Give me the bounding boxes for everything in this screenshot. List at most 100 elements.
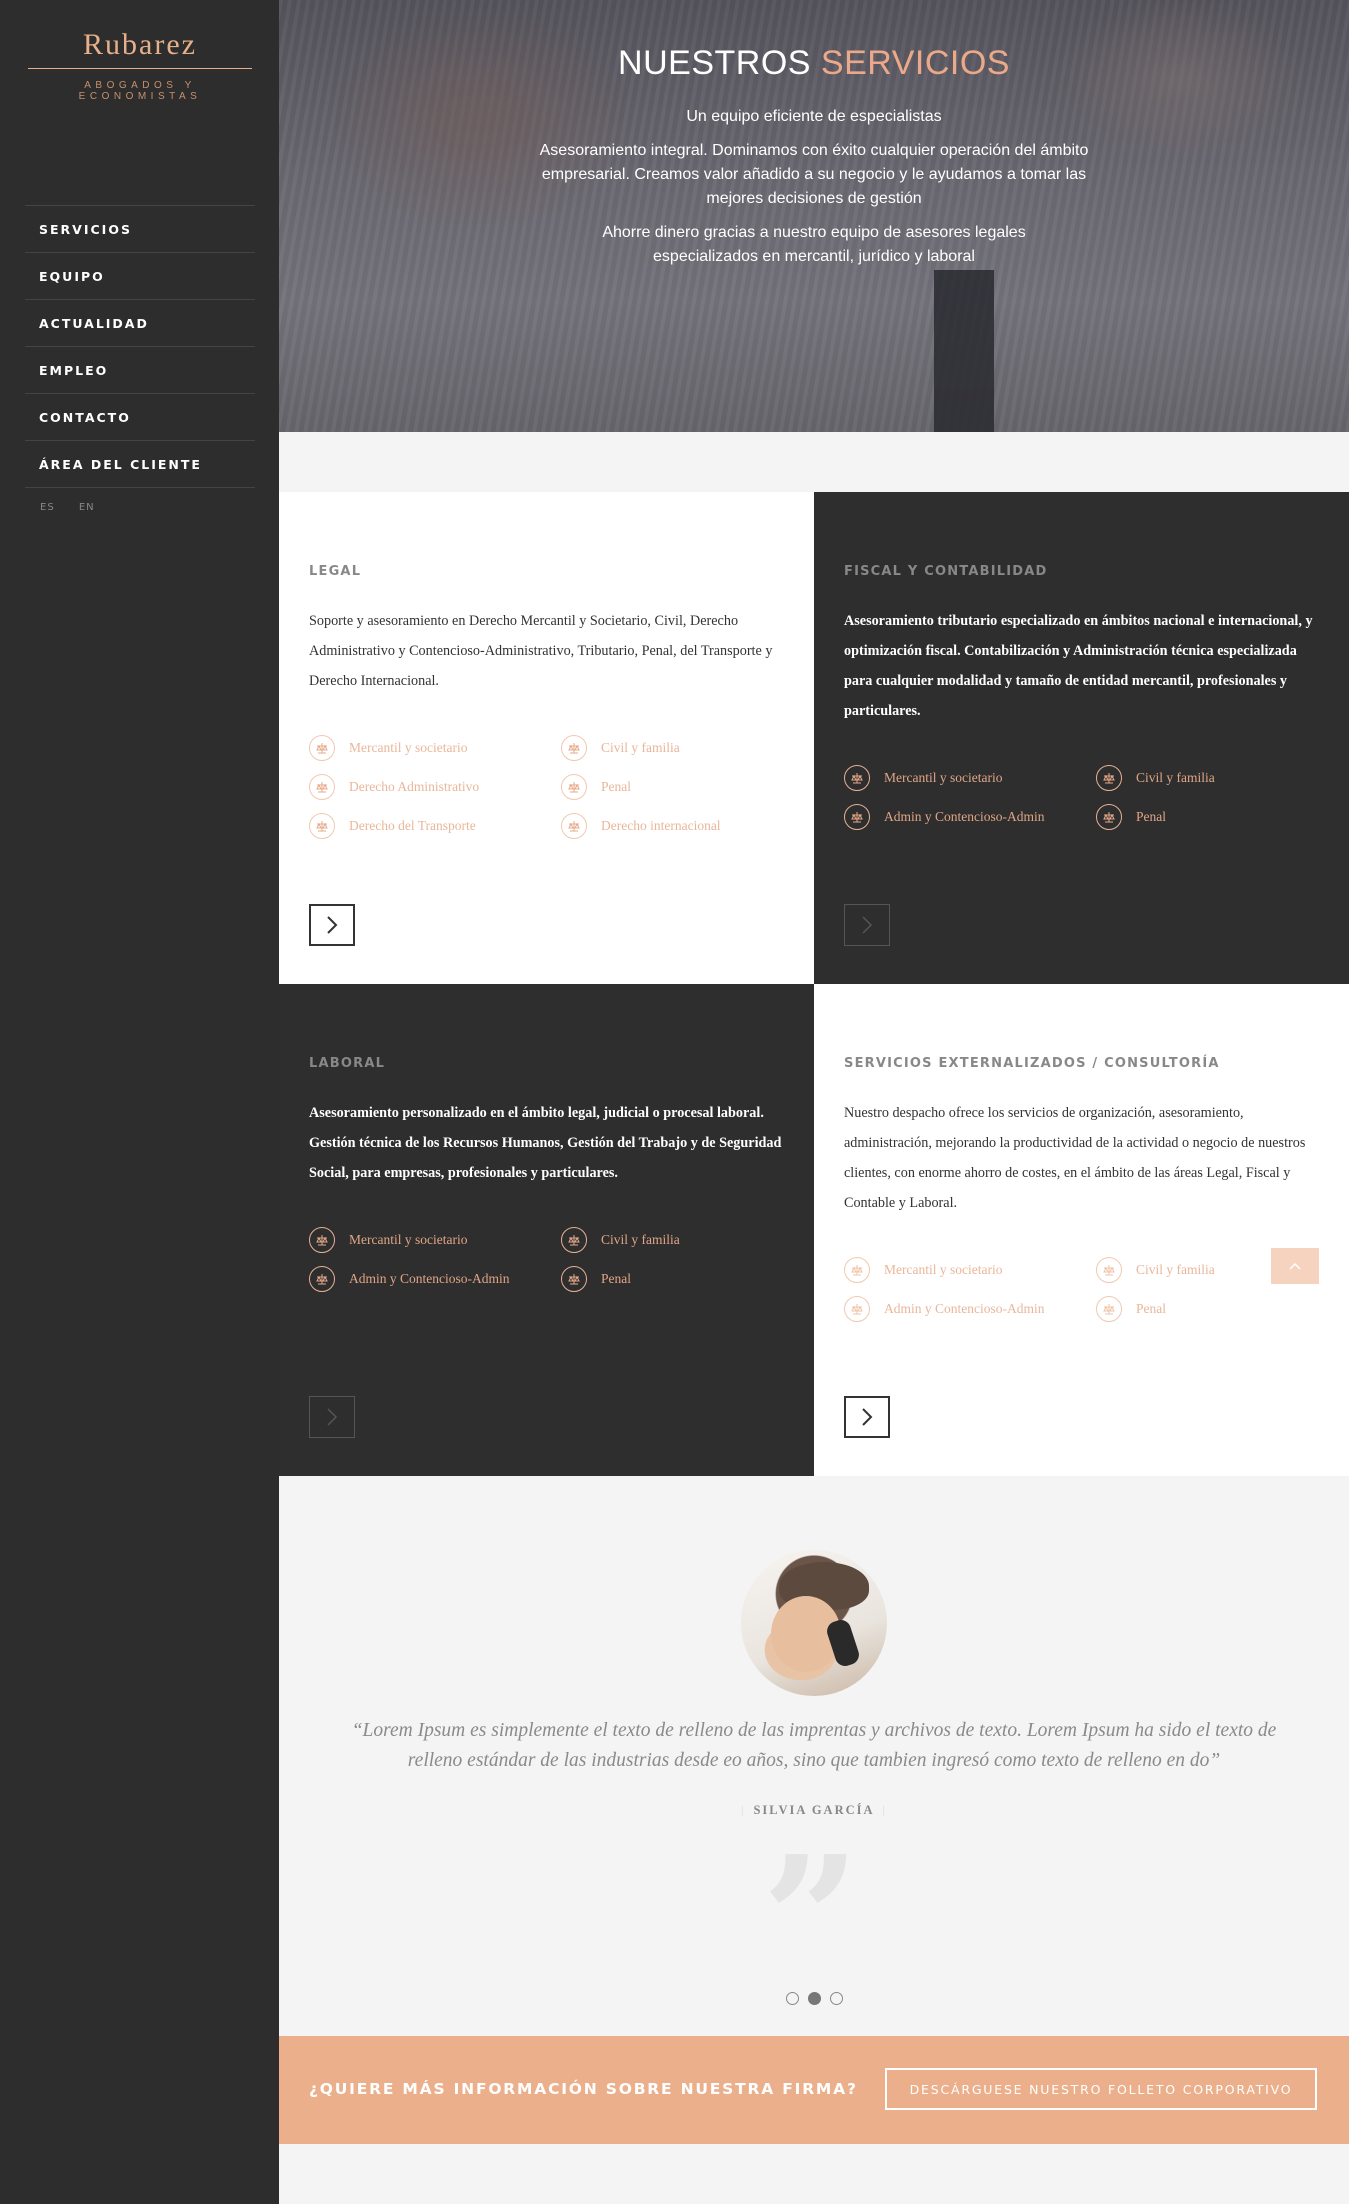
- service-link-label: Civil y familia: [601, 1232, 680, 1247]
- scales-icon: [1096, 765, 1122, 791]
- service-link-label: Penal: [601, 1271, 631, 1286]
- service-link[interactable]: Penal: [1096, 1296, 1326, 1322]
- nav-item-equipo[interactable]: EQUIPO: [25, 253, 255, 300]
- service-link[interactable]: Mercantil y societario: [844, 1257, 1096, 1283]
- service-more-button[interactable]: [844, 1396, 890, 1438]
- scales-icon: [1096, 1296, 1122, 1322]
- service-card-externalizados: SERVICIOS EXTERNALIZADOS / CONSULTORÍA N…: [814, 984, 1349, 1476]
- scales-icon: [844, 1257, 870, 1283]
- service-description: Nuestro despacho ofrece los servicios de…: [844, 1105, 1306, 1211]
- logo-title: Rubarez: [28, 28, 252, 69]
- lang-es[interactable]: ES: [40, 502, 55, 513]
- nav-item-area-cliente[interactable]: ÁREA DEL CLIENTE: [25, 441, 255, 488]
- service-card-legal: LEGAL Soporte y asesoramiento en Derecho…: [279, 492, 814, 984]
- hero-paragraph-2: Ahorre dinero gracias a nuestro equipo d…: [602, 224, 1026, 265]
- nav-item-contacto[interactable]: CONTACTO: [25, 394, 255, 441]
- service-link-label: Mercantil y societario: [884, 1262, 1003, 1277]
- hero-subtitle: Un equipo eficiente de especialistas: [686, 108, 942, 125]
- service-link[interactable]: Penal: [1096, 804, 1326, 830]
- service-link-label: Mercantil y societario: [349, 1232, 468, 1247]
- scales-icon: [561, 1266, 587, 1292]
- hero-banner: NUESTROS SERVICIOS Un equipo eficiente d…: [279, 0, 1349, 432]
- service-more-button[interactable]: [309, 1396, 355, 1438]
- scales-icon: [561, 735, 587, 761]
- testimonial-author: | SILVIA GARCÍA |: [279, 1803, 1349, 1818]
- service-link-label: Admin y Contencioso-Admin: [884, 1301, 1045, 1316]
- language-switcher: ES EN: [40, 502, 115, 513]
- service-links: Mercantil y societario Civil y familia A…: [844, 765, 1324, 830]
- back-to-top-button[interactable]: [1271, 1248, 1319, 1284]
- service-title: LEGAL: [309, 564, 362, 579]
- testimonial-section: “Lorem Ipsum es simplemente el texto de …: [279, 1476, 1349, 2036]
- service-more-button[interactable]: [844, 904, 890, 946]
- service-title: SERVICIOS EXTERNALIZADOS / CONSULTORÍA: [844, 1056, 1220, 1071]
- scales-icon: [844, 765, 870, 791]
- service-description: Asesoramiento personalizado en el ámbito…: [309, 1105, 782, 1181]
- hero-title-accent: SERVICIOS: [820, 44, 1010, 82]
- service-link[interactable]: Admin y Contencioso-Admin: [309, 1266, 561, 1292]
- service-links: Mercantil y societario Civil y familia A…: [844, 1257, 1324, 1322]
- service-link-label: Civil y familia: [1136, 1262, 1215, 1277]
- service-link-label: Mercantil y societario: [349, 740, 468, 755]
- service-links: Mercantil y societario Civil y familia A…: [309, 1227, 789, 1292]
- service-link[interactable]: Civil y familia: [561, 1227, 791, 1253]
- download-brochure-button[interactable]: DESCÁRGUESE NUESTRO FOLLETO CORPORATIVO: [885, 2068, 1317, 2110]
- service-link[interactable]: Civil y familia: [1096, 765, 1326, 791]
- author-divider: |: [882, 1803, 888, 1817]
- service-link[interactable]: Mercantil y societario: [309, 735, 561, 761]
- chevron-up-icon: [1289, 1262, 1301, 1270]
- scales-icon: [561, 774, 587, 800]
- logo[interactable]: Rubarez ABOGADOS Y ECONOMISTAS: [28, 28, 252, 102]
- service-link[interactable]: Derecho del Transporte: [309, 813, 561, 839]
- chevron-right-icon: [862, 1408, 873, 1426]
- service-link[interactable]: Admin y Contencioso-Admin: [844, 804, 1096, 830]
- service-link[interactable]: Derecho internacional: [561, 813, 791, 839]
- service-title: FISCAL Y CONTABILIDAD: [844, 564, 1048, 579]
- scales-icon: [844, 1296, 870, 1322]
- service-more-button[interactable]: [309, 904, 355, 946]
- slider-dots: [279, 1992, 1349, 2005]
- service-link-label: Admin y Contencioso-Admin: [349, 1271, 510, 1286]
- service-link-label: Penal: [1136, 1301, 1166, 1316]
- service-link[interactable]: Admin y Contencioso-Admin: [844, 1296, 1096, 1322]
- service-link-label: Derecho del Transporte: [349, 818, 476, 833]
- scales-icon: [1096, 804, 1122, 830]
- hero-paragraph-1: Asesoramiento integral. Dominamos con éx…: [539, 142, 1089, 207]
- service-link[interactable]: Derecho Administrativo: [309, 774, 561, 800]
- service-link-label: Mercantil y societario: [884, 770, 1003, 785]
- logo-tagline: ABOGADOS Y ECONOMISTAS: [78, 80, 202, 102]
- nav-item-servicios[interactable]: SERVICIOS: [25, 206, 255, 253]
- service-link-label: Admin y Contencioso-Admin: [884, 809, 1045, 824]
- service-link[interactable]: Mercantil y societario: [309, 1227, 561, 1253]
- author-divider: |: [740, 1803, 746, 1817]
- slider-dot-3[interactable]: [829, 1992, 843, 2005]
- lang-en[interactable]: EN: [79, 502, 95, 513]
- slider-dot-2[interactable]: [807, 1992, 821, 2005]
- service-link[interactable]: Penal: [561, 1266, 791, 1292]
- author-name: SILVIA GARCÍA: [753, 1803, 875, 1817]
- scales-icon: [309, 735, 335, 761]
- slider-dot-1[interactable]: [785, 1992, 799, 2005]
- service-title: LABORAL: [309, 1056, 386, 1071]
- nav-item-actualidad[interactable]: ACTUALIDAD: [25, 300, 255, 347]
- cta-banner: ¿QUIERE MÁS INFORMACIÓN SOBRE NUESTRA FI…: [279, 2036, 1349, 2144]
- service-card-fiscal: FISCAL Y CONTABILIDAD Asesoramiento trib…: [814, 492, 1349, 984]
- scales-icon: [1096, 1257, 1122, 1283]
- avatar: [741, 1550, 887, 1696]
- testimonial-quote: “Lorem Ipsum es simplemente el texto de …: [351, 1720, 1277, 1771]
- main-nav: SERVICIOS EQUIPO ACTUALIDAD EMPLEO CONTA…: [25, 205, 255, 488]
- service-links: Mercantil y societario Civil y familia D…: [309, 735, 789, 839]
- chevron-right-icon: [327, 916, 338, 934]
- service-link-label: Penal: [601, 779, 631, 794]
- service-link[interactable]: Civil y familia: [561, 735, 791, 761]
- nav-item-empleo[interactable]: EMPLEO: [25, 347, 255, 394]
- service-link[interactable]: Mercantil y societario: [844, 765, 1096, 791]
- service-card-laboral: LABORAL Asesoramiento personalizado en e…: [279, 984, 814, 1476]
- scales-icon: [309, 774, 335, 800]
- service-link-label: Penal: [1136, 809, 1166, 824]
- scales-icon: [309, 1227, 335, 1253]
- service-link[interactable]: Penal: [561, 774, 791, 800]
- scales-icon: [561, 1227, 587, 1253]
- service-link-label: Civil y familia: [601, 740, 680, 755]
- hero-content: NUESTROS SERVICIOS Un equipo eficiente d…: [279, 44, 1349, 269]
